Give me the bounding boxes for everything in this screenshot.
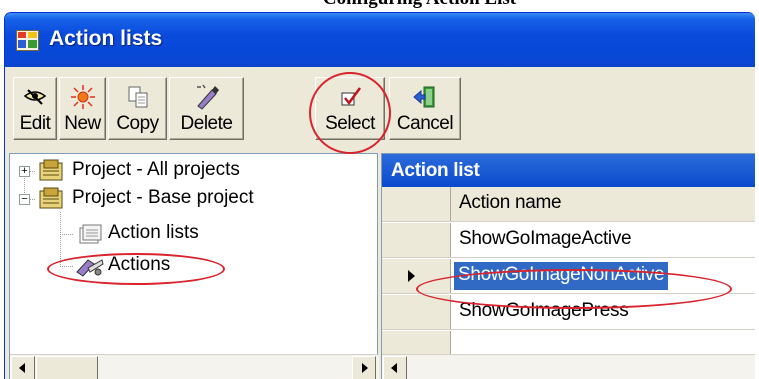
cancel-button[interactable]: Cancel bbox=[389, 77, 461, 140]
window-title: Action lists bbox=[49, 27, 163, 50]
edit-icon bbox=[23, 89, 47, 105]
grid-horizontal-scrollbar[interactable] bbox=[382, 354, 755, 379]
new-label: New bbox=[64, 113, 101, 134]
right-arrow-icon bbox=[362, 363, 368, 373]
new-button[interactable]: New bbox=[59, 77, 106, 140]
copy-icon bbox=[128, 86, 147, 108]
left-arrow-icon bbox=[19, 363, 25, 373]
tree-item-label: Actions bbox=[108, 254, 171, 275]
row-header[interactable] bbox=[382, 295, 451, 329]
row-header[interactable] bbox=[382, 223, 451, 257]
expand-plus-icon[interactable]: + bbox=[19, 166, 30, 177]
row-header[interactable] bbox=[382, 259, 451, 293]
table-row-partial[interactable] bbox=[382, 331, 755, 355]
edit-label: Edit bbox=[19, 113, 51, 134]
select-label: Select bbox=[325, 113, 375, 134]
action-lists-icon bbox=[79, 224, 102, 244]
action-list-grid: Action list Action name ShowGoImageActiv… bbox=[381, 153, 755, 379]
tree-item-label: Project - Base project bbox=[72, 187, 254, 208]
column-header-action-name[interactable]: Action name bbox=[459, 192, 562, 214]
action-name-cell-selected[interactable]: ShowGoImageNonActive bbox=[452, 261, 670, 291]
scroll-thumb[interactable] bbox=[36, 356, 98, 379]
scroll-right-button[interactable] bbox=[352, 356, 376, 379]
copy-label: Copy bbox=[116, 113, 159, 134]
table-row-selected[interactable]: ShowGoImageNonActive bbox=[382, 259, 755, 294]
row-header[interactable] bbox=[382, 331, 451, 354]
tree-item-label: Action lists bbox=[108, 222, 199, 243]
tree-item-base-project[interactable]: − Project - Base project bbox=[10, 187, 379, 213]
title-bar[interactable]: Action lists bbox=[5, 13, 755, 67]
column-header-row: Action name bbox=[382, 187, 755, 222]
collapse-minus-icon[interactable]: − bbox=[19, 194, 30, 205]
tree-item-actions[interactable]: Actions bbox=[10, 254, 379, 280]
left-arrow-icon bbox=[391, 363, 397, 373]
copy-button[interactable]: Copy bbox=[108, 77, 167, 140]
scroll-left-button[interactable] bbox=[11, 356, 35, 379]
action-name-cell[interactable]: ShowGoImageActive bbox=[459, 228, 632, 250]
actions-icon bbox=[76, 259, 104, 277]
table-row[interactable]: ShowGoImagePress bbox=[382, 295, 755, 330]
tree-item-all-projects[interactable]: + Project - All projects bbox=[10, 159, 379, 185]
tree-item-action-lists[interactable]: Action lists bbox=[10, 222, 379, 248]
delete-label: Delete bbox=[180, 113, 233, 134]
project-icon bbox=[39, 187, 63, 209]
select-button[interactable]: Select bbox=[315, 77, 385, 140]
toolbar: Edit New Copy Delete Select Cancel bbox=[5, 67, 755, 164]
grid-caption: Action list bbox=[382, 154, 755, 187]
table-row[interactable]: ShowGoImageActive bbox=[382, 223, 755, 258]
edit-button[interactable]: Edit bbox=[13, 77, 57, 140]
action-name-cell[interactable]: ShowGoImagePress bbox=[459, 300, 629, 322]
row-header-corner bbox=[382, 187, 451, 221]
select-icon bbox=[341, 87, 362, 106]
current-row-pointer-icon bbox=[408, 270, 415, 282]
delete-button[interactable]: Delete bbox=[169, 77, 244, 140]
scroll-left-button[interactable] bbox=[383, 356, 407, 379]
cancel-icon bbox=[413, 86, 435, 108]
tree-horizontal-scrollbar[interactable] bbox=[10, 354, 379, 379]
action-lists-window: Action lists Edit New Copy Delete Select… bbox=[4, 12, 755, 379]
tree-item-label: Project - All projects bbox=[72, 159, 240, 180]
clipped-document-heading: Configuring Action List bbox=[0, 0, 759, 10]
new-icon bbox=[70, 85, 95, 109]
project-tree[interactable]: + Project - All projects − Project - Bas… bbox=[9, 153, 379, 379]
app-icon bbox=[16, 30, 39, 51]
project-icon bbox=[39, 159, 63, 181]
cancel-label: Cancel bbox=[396, 113, 454, 134]
delete-icon bbox=[196, 84, 219, 110]
